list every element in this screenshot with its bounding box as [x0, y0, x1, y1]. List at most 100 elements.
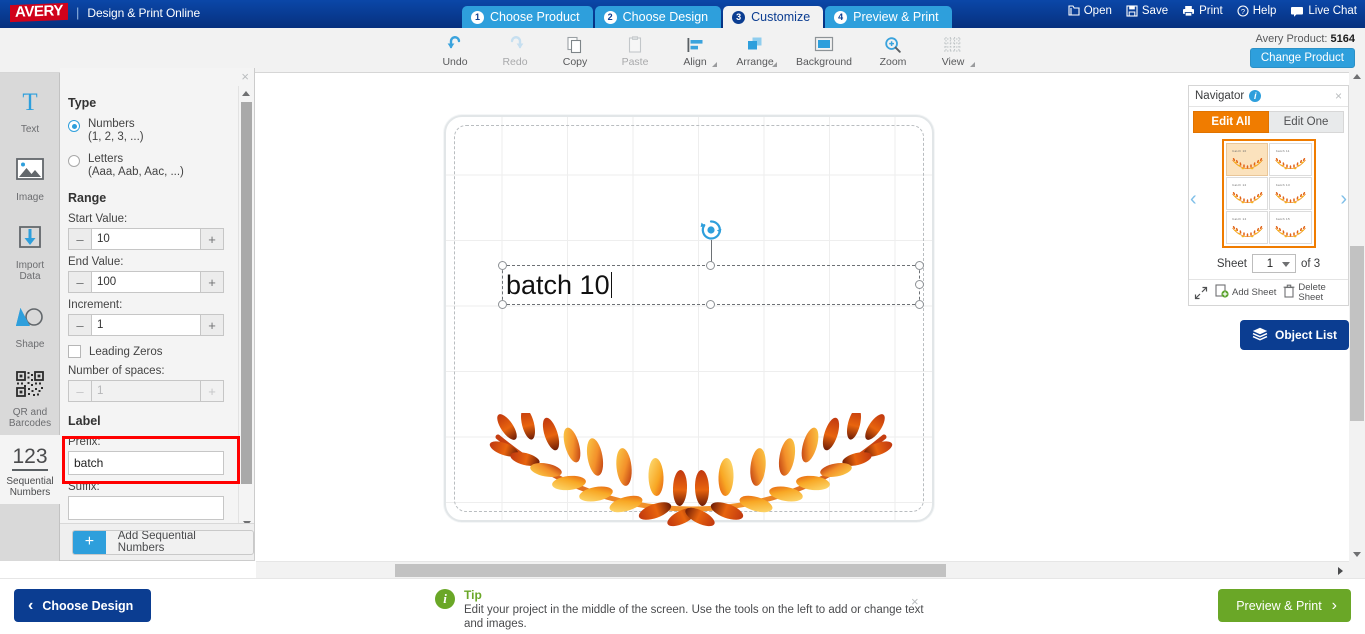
sheet-thumbnail[interactable]: batch 14	[1225, 211, 1268, 244]
sheet-thumbnail[interactable]: batch 10	[1225, 143, 1268, 176]
view-button[interactable]: View	[923, 30, 983, 72]
change-product-button[interactable]: Change Product	[1249, 48, 1355, 68]
help-button[interactable]: ? Help	[1237, 5, 1276, 17]
start-value-plus-button[interactable]: +	[201, 228, 224, 250]
choose-design-button[interactable]: ‹ Choose Design	[14, 589, 152, 622]
redo-button[interactable]: Redo	[485, 30, 545, 72]
resize-handle-se[interactable]	[915, 300, 924, 309]
tab-edit-one[interactable]: Edit One	[1269, 111, 1344, 133]
text-object-content[interactable]: batch 10	[506, 265, 612, 305]
navigator-close-icon[interactable]: ×	[1335, 89, 1342, 103]
sidebar-item-sequential-numbers[interactable]: 123 Sequential Numbers	[0, 435, 60, 504]
end-value-plus-button[interactable]: +	[201, 271, 224, 293]
start-value-input[interactable]	[91, 228, 201, 250]
arrange-button[interactable]: Arrange	[725, 30, 785, 72]
zoom-button[interactable]: Zoom	[863, 30, 923, 72]
increment-minus-button[interactable]: –	[68, 314, 91, 336]
sidebar-item-shape[interactable]: Shape	[0, 288, 60, 356]
canvas-horizontal-scrollbar[interactable]	[256, 561, 1349, 578]
sheet-thumbnail[interactable]: batch 13	[1269, 177, 1312, 210]
tip-title: Tip	[464, 588, 482, 602]
sheet-number-select[interactable]: 1	[1251, 254, 1296, 273]
background-label: Background	[795, 56, 853, 68]
end-value-input[interactable]	[91, 271, 201, 293]
resize-handle-ne[interactable]	[915, 261, 924, 270]
canvas-vertical-scrollbar[interactable]	[1349, 68, 1365, 578]
tab-preview-print[interactable]: 4 Preview & Print	[825, 6, 952, 28]
radio-letters[interactable]: Letters (Aaa, Aab, Aac, ...)	[68, 153, 228, 179]
suffix-input[interactable]	[68, 496, 224, 520]
undo-button[interactable]: Undo	[425, 30, 485, 72]
sheet-thumbnail[interactable]: batch 15	[1269, 211, 1312, 244]
start-value-minus-button[interactable]: –	[68, 228, 91, 250]
sidebar-item-import-data[interactable]: Import Data	[0, 209, 60, 288]
sidebar-item-qr-barcodes[interactable]: QR and Barcodes	[0, 356, 60, 435]
object-list-button[interactable]: Object List	[1239, 320, 1349, 350]
chevron-right-icon: ›	[1331, 596, 1337, 614]
sheet-thumbnail[interactable]: batch 12	[1225, 177, 1268, 210]
sidebar-item-text[interactable]: T Text	[0, 73, 60, 141]
vertical-scroll-up-arrow[interactable]	[1349, 68, 1365, 84]
background-button[interactable]: Background	[785, 30, 863, 72]
start-value-stepper[interactable]: – +	[68, 228, 224, 250]
resize-handle-s[interactable]	[706, 300, 715, 309]
radio-numbers-line1: Numbers	[88, 118, 135, 130]
text-object-selected[interactable]: batch 10	[498, 220, 924, 309]
increment-input[interactable]	[91, 314, 201, 336]
choose-design-label: Choose Design	[42, 598, 134, 613]
save-button[interactable]: Save	[1126, 5, 1168, 17]
paste-button[interactable]: Paste	[605, 30, 665, 72]
leading-zeros-row[interactable]: Leading Zeros	[68, 345, 228, 358]
chat-bubble-icon	[1290, 5, 1304, 17]
navigator-prev-arrow[interactable]: ‹	[1190, 189, 1197, 209]
leading-zeros-checkbox[interactable]	[68, 345, 81, 358]
tip-close-icon[interactable]: ×	[911, 594, 919, 609]
copy-button[interactable]: Copy	[545, 30, 605, 72]
resize-handle-n[interactable]	[706, 261, 715, 270]
paste-clipboard-icon	[626, 34, 644, 55]
panel-scroll-up-arrow[interactable]	[239, 86, 253, 100]
radio-numbers[interactable]: Numbers (1, 2, 3, ...)	[68, 118, 228, 144]
navigator-next-arrow[interactable]: ›	[1340, 189, 1347, 209]
add-sequential-numbers-button[interactable]: + Add Sequential Numbers	[72, 529, 254, 555]
laurel-wreath-graphic[interactable]	[474, 408, 908, 533]
tab-edit-all[interactable]: Edit All	[1193, 111, 1269, 133]
panel-close-icon[interactable]: ×	[241, 70, 249, 83]
label-card[interactable]: batch 10	[444, 115, 934, 527]
sidebar-item-image[interactable]: Image	[0, 141, 60, 209]
vertical-scroll-thumb[interactable]	[1350, 246, 1364, 421]
horizontal-scroll-right-arrow[interactable]	[1332, 562, 1349, 579]
rotate-handle-icon[interactable]	[700, 219, 722, 241]
resize-handle-nw[interactable]	[498, 261, 507, 270]
tab-choose-design[interactable]: 2 Choose Design	[594, 6, 722, 28]
end-value-minus-button[interactable]: –	[68, 271, 91, 293]
radio-letters-input[interactable]	[68, 155, 80, 167]
align-button[interactable]: Align	[665, 30, 725, 72]
end-value-stepper[interactable]: – +	[68, 271, 224, 293]
prefix-input[interactable]	[68, 451, 224, 475]
info-icon[interactable]: i	[1249, 90, 1262, 102]
radio-numbers-input[interactable]	[68, 120, 80, 132]
resize-handle-sw[interactable]	[498, 300, 507, 309]
horizontal-scroll-thumb[interactable]	[395, 564, 946, 577]
delete-sheet-button[interactable]: Delete Sheet	[1283, 282, 1326, 303]
design-canvas-area[interactable]: batch 10	[256, 73, 1349, 561]
resize-handle-e[interactable]	[915, 280, 924, 289]
live-chat-button[interactable]: Live Chat	[1290, 5, 1357, 17]
panel-scroll-thumb[interactable]	[241, 102, 252, 484]
panel-scrollbar[interactable]	[238, 86, 253, 530]
add-sheet-button[interactable]: Add Sheet	[1215, 284, 1276, 301]
expand-arrows-icon[interactable]	[1194, 286, 1208, 300]
chevron-down-icon	[712, 62, 717, 67]
vertical-scroll-down-arrow[interactable]	[1349, 546, 1365, 562]
increment-plus-button[interactable]: +	[201, 314, 224, 336]
increment-stepper[interactable]: – +	[68, 314, 224, 336]
preview-print-button[interactable]: Preview & Print ›	[1218, 589, 1351, 622]
sheet-thumbnail[interactable]: batch 11	[1269, 143, 1312, 176]
spaces-plus-button: +	[201, 380, 224, 402]
product-number: 5164	[1330, 33, 1355, 45]
print-button[interactable]: Print	[1182, 5, 1223, 17]
open-button[interactable]: Open	[1068, 5, 1112, 17]
sidebar-label-import-data: Import Data	[2, 260, 58, 282]
tab-choose-product[interactable]: 1 Choose Product	[462, 6, 593, 28]
